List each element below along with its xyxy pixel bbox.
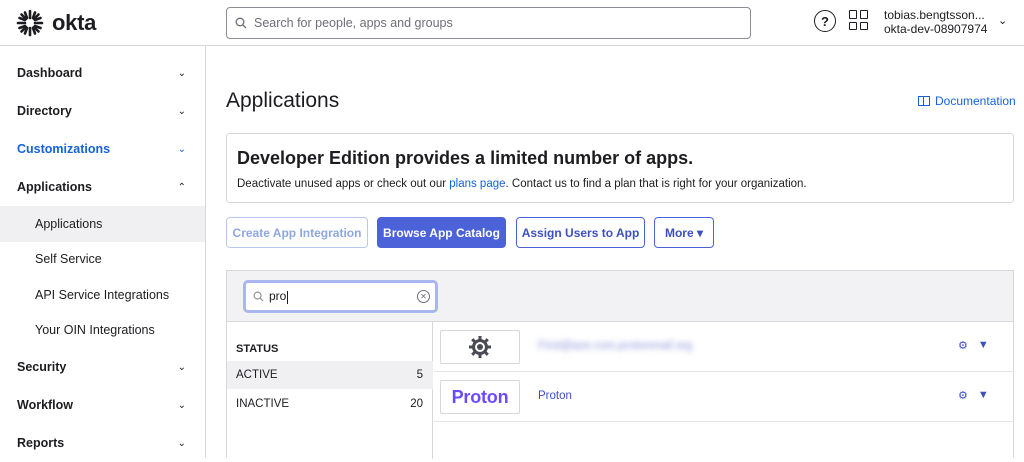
app-filter-input[interactable]: pro	[269, 289, 412, 304]
sidebar-subitem-applications[interactable]: Applications	[0, 206, 205, 242]
sidebar-item-security[interactable]: Security ⌄	[0, 348, 205, 386]
app-row: First@aze.com.protonmail.org ⚙ ▼	[434, 322, 1014, 372]
status-count: 5	[416, 369, 423, 381]
status-count: 20	[410, 398, 423, 410]
sidebar-subitem-self-service[interactable]: Self Service	[0, 242, 205, 278]
create-app-integration-button[interactable]: Create App Integration	[226, 217, 368, 248]
caret-down-icon[interactable]: ▼	[978, 339, 989, 352]
more-button[interactable]: More ▾	[654, 217, 714, 248]
help-icon[interactable]: ?	[814, 10, 836, 32]
status-label: INACTIVE	[236, 398, 290, 410]
sidebar-item-reports[interactable]: Reports ⌄	[0, 424, 205, 462]
app-name-link[interactable]: Proton	[538, 390, 572, 402]
gear-icon[interactable]: ⚙	[958, 389, 968, 402]
sidebar-item-label: Dashboard	[17, 66, 83, 80]
banner-text-after: . Contact us to find a plan that is righ…	[505, 178, 807, 190]
apps-list-panel: pro ✕ STATUS ACTIVE 5 INACTIVE 20 First@…	[226, 270, 1014, 459]
gear-icon[interactable]: ⚙	[958, 339, 968, 352]
app-name-link[interactable]: First@aze.com.protonmail.org	[538, 340, 692, 352]
developer-edition-banner: Developer Edition provides a limited num…	[226, 133, 1014, 203]
sidebar-item-label: Directory	[17, 104, 72, 118]
filter-bar: pro ✕	[227, 271, 1013, 322]
sidebar: Dashboard ⌄ Directory ⌄ Customizations ⌄…	[0, 46, 206, 458]
grid-cell	[860, 21, 868, 30]
documentation-label: Documentation	[935, 94, 1016, 108]
sidebar-item-directory[interactable]: Directory ⌄	[0, 92, 205, 130]
app-actions: ⚙ ▼	[958, 389, 989, 402]
text-caret	[287, 290, 289, 304]
user-menu[interactable]: tobias.bengtsson... okta-dev-08907974	[884, 8, 987, 36]
clear-icon[interactable]: ✕	[417, 290, 430, 303]
sidebar-item-label: Workflow	[17, 398, 74, 412]
app-logo[interactable]: Proton	[440, 380, 520, 414]
plans-page-link[interactable]: plans page	[449, 178, 505, 190]
sidebar-item-applications[interactable]: Applications ⌃	[0, 168, 205, 206]
app-filter-field[interactable]: pro ✕	[243, 280, 438, 313]
browse-app-catalog-button[interactable]: Browse App Catalog	[377, 217, 506, 248]
chevron-down-icon: ⌄	[177, 361, 186, 373]
chevron-down-icon: ⌄	[177, 143, 186, 155]
app-logo[interactable]	[440, 330, 520, 364]
global-search[interactable]	[226, 7, 751, 39]
page-title: Applications	[226, 89, 340, 112]
caret-down-icon[interactable]: ▼	[978, 389, 989, 402]
sidebar-item-workflow[interactable]: Workflow ⌄	[0, 386, 205, 424]
sidebar-item-label: Reports	[17, 436, 65, 450]
chevron-down-icon: ⌄	[177, 399, 186, 411]
chevron-down-icon: ⌄	[177, 67, 186, 79]
status-filter-inactive[interactable]: INACTIVE 20	[227, 390, 433, 418]
banner-title: Developer Edition provides a limited num…	[237, 148, 694, 168]
app-actions: ⚙ ▼	[958, 339, 989, 352]
filter-value: pro	[269, 289, 287, 304]
app-switcher-icon[interactable]	[849, 10, 869, 30]
logo-text: okta	[52, 10, 97, 35]
book-icon	[918, 96, 930, 106]
gear-icon	[469, 336, 491, 358]
sidebar-item-label: Security	[17, 360, 67, 374]
status-filter-active[interactable]: ACTIVE 5	[227, 361, 433, 389]
okta-sunburst-icon	[16, 9, 44, 37]
status-filter-column: STATUS ACTIVE 5 INACTIVE 20	[227, 322, 433, 459]
proton-logo-text: Proton	[451, 386, 509, 407]
status-label: ACTIVE	[236, 369, 278, 381]
grid-cell	[849, 10, 857, 19]
okta-logo[interactable]: okta	[16, 9, 96, 37]
grid-cell	[860, 10, 868, 19]
search-input[interactable]	[254, 16, 750, 30]
sidebar-item-customizations[interactable]: Customizations ⌄	[0, 130, 205, 168]
top-bar: okta ? tobias.bengtsson... okta-dev-0890…	[0, 0, 1024, 46]
user-name: tobias.bengtsson...	[884, 8, 985, 22]
sidebar-item-label: Applications	[17, 180, 93, 194]
app-row: Proton Proton ⚙ ▼	[434, 372, 1014, 422]
assign-users-to-app-button[interactable]: Assign Users to App	[516, 217, 645, 248]
org-name: okta-dev-08907974	[884, 22, 988, 36]
chevron-down-icon[interactable]: ⌄	[998, 14, 1007, 27]
sidebar-subitem-oin-integrations[interactable]: Your OIN Integrations	[0, 313, 205, 349]
sidebar-item-dashboard[interactable]: Dashboard ⌄	[0, 54, 205, 92]
grid-cell	[849, 21, 857, 30]
sidebar-item-label: Customizations	[17, 142, 111, 156]
status-heading: STATUS	[236, 343, 279, 355]
banner-text: Deactivate unused apps or check out our …	[237, 178, 1003, 190]
chevron-up-icon: ⌃	[177, 181, 186, 193]
search-icon	[253, 291, 264, 302]
documentation-link[interactable]: Documentation	[918, 94, 1016, 108]
sidebar-subitem-api-service-integrations[interactable]: API Service Integrations	[0, 277, 205, 313]
search-icon	[235, 17, 247, 29]
chevron-down-icon: ⌄	[177, 437, 186, 449]
banner-text-before: Deactivate unused apps or check out our	[237, 178, 450, 190]
chevron-down-icon: ⌄	[177, 105, 186, 117]
